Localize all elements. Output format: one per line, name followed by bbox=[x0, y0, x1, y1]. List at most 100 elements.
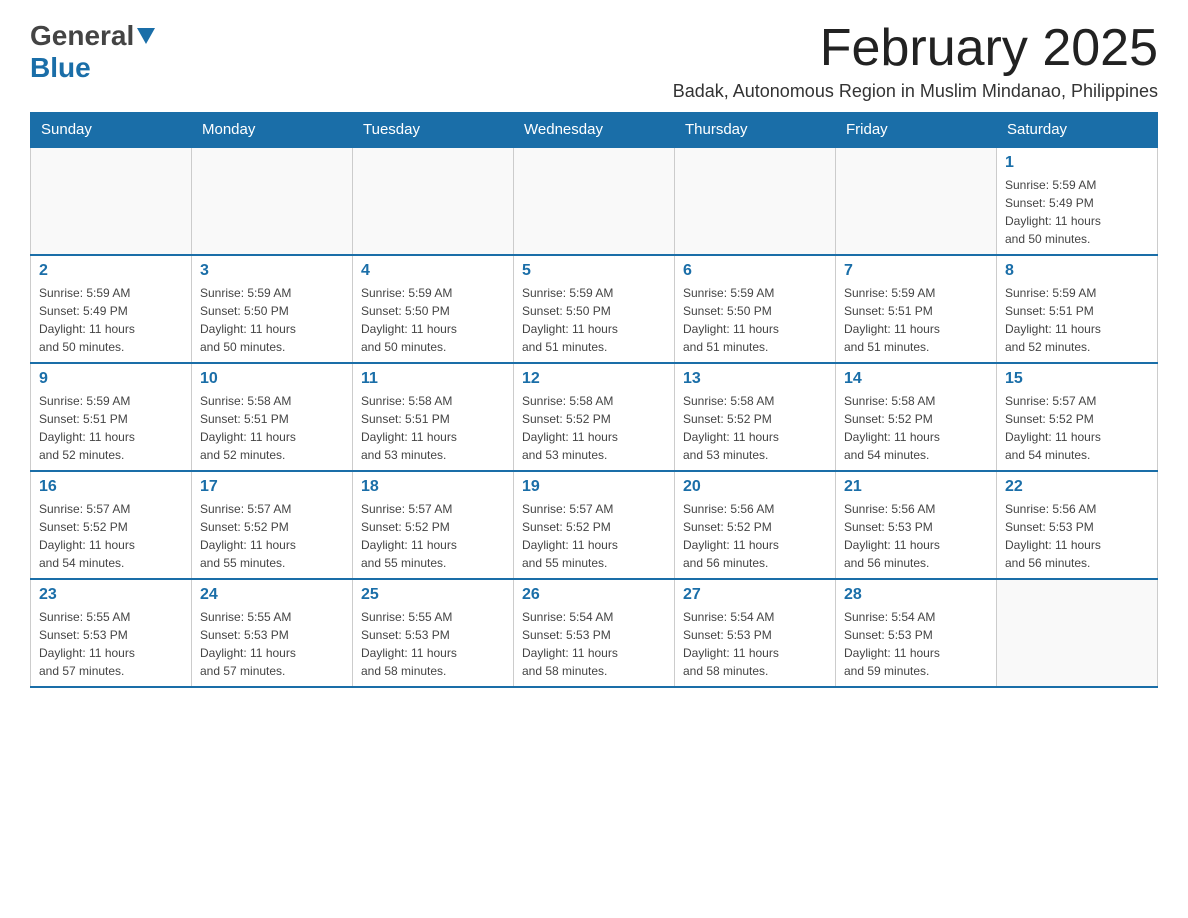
day-number: 26 bbox=[522, 586, 666, 604]
day-number: 15 bbox=[1005, 370, 1149, 388]
day-info: Sunrise: 5:54 AM Sunset: 5:53 PM Dayligh… bbox=[522, 608, 666, 680]
day-info: Sunrise: 5:57 AM Sunset: 5:52 PM Dayligh… bbox=[39, 500, 183, 572]
day-number: 8 bbox=[1005, 262, 1149, 280]
calendar-table: Sunday Monday Tuesday Wednesday Thursday… bbox=[30, 112, 1158, 688]
table-row bbox=[192, 147, 353, 255]
day-number: 27 bbox=[683, 586, 827, 604]
day-info: Sunrise: 5:57 AM Sunset: 5:52 PM Dayligh… bbox=[1005, 392, 1149, 464]
day-number: 23 bbox=[39, 586, 183, 604]
table-row bbox=[31, 147, 192, 255]
table-row bbox=[514, 147, 675, 255]
day-info: Sunrise: 5:59 AM Sunset: 5:51 PM Dayligh… bbox=[844, 284, 988, 356]
header-thursday: Thursday bbox=[675, 113, 836, 148]
table-row: 2 Sunrise: 5:59 AM Sunset: 5:49 PM Daylig… bbox=[31, 255, 192, 363]
table-row: 19Sunrise: 5:57 AM Sunset: 5:52 PM Dayli… bbox=[514, 471, 675, 579]
table-row: 24Sunrise: 5:55 AM Sunset: 5:53 PM Dayli… bbox=[192, 579, 353, 687]
table-row: 14 Sunrise: 5:58 AM Sunset: 5:52 PM Dayli… bbox=[836, 363, 997, 471]
table-row: 7 Sunrise: 5:59 AM Sunset: 5:51 PM Daylig… bbox=[836, 255, 997, 363]
day-info: Sunrise: 5:59 AM Sunset: 5:51 PM Dayligh… bbox=[39, 392, 183, 464]
day-info: Sunrise: 5:58 AM Sunset: 5:52 PM Dayligh… bbox=[844, 392, 988, 464]
day-number: 16 bbox=[39, 478, 183, 496]
calendar-week-row: 16 Sunrise: 5:57 AM Sunset: 5:52 PM Dayli… bbox=[31, 471, 1158, 579]
day-number: 22 bbox=[1005, 478, 1149, 496]
logo-triangle-icon bbox=[137, 28, 155, 49]
header-wednesday: Wednesday bbox=[514, 113, 675, 148]
weekday-header-row: Sunday Monday Tuesday Wednesday Thursday… bbox=[31, 113, 1158, 148]
day-info: Sunrise: 5:57 AM Sunset: 5:52 PM Dayligh… bbox=[361, 500, 505, 572]
day-number: 13 bbox=[683, 370, 827, 388]
day-number: 21 bbox=[844, 478, 988, 496]
table-row bbox=[675, 147, 836, 255]
table-row: 5 Sunrise: 5:59 AM Sunset: 5:50 PM Daylig… bbox=[514, 255, 675, 363]
page-header: General Blue February 2025 Badak, Autono… bbox=[30, 20, 1158, 102]
day-info: Sunrise: 5:56 AM Sunset: 5:53 PM Dayligh… bbox=[1005, 500, 1149, 572]
day-info: Sunrise: 5:59 AM Sunset: 5:50 PM Dayligh… bbox=[522, 284, 666, 356]
day-info: Sunrise: 5:59 AM Sunset: 5:50 PM Dayligh… bbox=[200, 284, 344, 356]
day-info: Sunrise: 5:59 AM Sunset: 5:50 PM Dayligh… bbox=[683, 284, 827, 356]
day-info: Sunrise: 5:59 AM Sunset: 5:49 PM Dayligh… bbox=[39, 284, 183, 356]
day-info: Sunrise: 5:55 AM Sunset: 5:53 PM Dayligh… bbox=[39, 608, 183, 680]
table-row: 8Sunrise: 5:59 AM Sunset: 5:51 PM Daylig… bbox=[997, 255, 1158, 363]
table-row: 13 Sunrise: 5:58 AM Sunset: 5:52 PM Dayli… bbox=[675, 363, 836, 471]
day-number: 25 bbox=[361, 586, 505, 604]
day-number: 28 bbox=[844, 586, 988, 604]
header-sunday: Sunday bbox=[31, 113, 192, 148]
calendar-week-row: 9 Sunrise: 5:59 AM Sunset: 5:51 PM Daylig… bbox=[31, 363, 1158, 471]
day-number: 7 bbox=[844, 262, 988, 280]
day-number: 14 bbox=[844, 370, 988, 388]
table-row: 4 Sunrise: 5:59 AM Sunset: 5:50 PM Daylig… bbox=[353, 255, 514, 363]
table-row: 18 Sunrise: 5:57 AM Sunset: 5:52 PM Dayli… bbox=[353, 471, 514, 579]
calendar-week-row: 1 Sunrise: 5:59 AM Sunset: 5:49 PM Daylig… bbox=[31, 147, 1158, 255]
day-info: Sunrise: 5:58 AM Sunset: 5:51 PM Dayligh… bbox=[361, 392, 505, 464]
table-row bbox=[997, 579, 1158, 687]
table-row: 26 Sunrise: 5:54 AM Sunset: 5:53 PM Dayli… bbox=[514, 579, 675, 687]
table-row: 27 Sunrise: 5:54 AM Sunset: 5:53 PM Dayli… bbox=[675, 579, 836, 687]
day-info: Sunrise: 5:55 AM Sunset: 5:53 PM Dayligh… bbox=[200, 608, 344, 680]
header-friday: Friday bbox=[836, 113, 997, 148]
table-row: 25Sunrise: 5:55 AM Sunset: 5:53 PM Dayli… bbox=[353, 579, 514, 687]
logo-blue-text: Blue bbox=[30, 52, 91, 83]
day-info: Sunrise: 5:58 AM Sunset: 5:52 PM Dayligh… bbox=[522, 392, 666, 464]
day-info: Sunrise: 5:57 AM Sunset: 5:52 PM Dayligh… bbox=[200, 500, 344, 572]
day-number: 17 bbox=[200, 478, 344, 496]
header-tuesday: Tuesday bbox=[353, 113, 514, 148]
day-info: Sunrise: 5:56 AM Sunset: 5:53 PM Dayligh… bbox=[844, 500, 988, 572]
day-number: 6 bbox=[683, 262, 827, 280]
day-info: Sunrise: 5:59 AM Sunset: 5:50 PM Dayligh… bbox=[361, 284, 505, 356]
subtitle: Badak, Autonomous Region in Muslim Minda… bbox=[673, 81, 1158, 102]
table-row: 1 Sunrise: 5:59 AM Sunset: 5:49 PM Daylig… bbox=[997, 147, 1158, 255]
logo: General Blue bbox=[30, 20, 155, 84]
table-row bbox=[353, 147, 514, 255]
day-number: 2 bbox=[39, 262, 183, 280]
table-row: 9 Sunrise: 5:59 AM Sunset: 5:51 PM Daylig… bbox=[31, 363, 192, 471]
table-row: 17 Sunrise: 5:57 AM Sunset: 5:52 PM Dayli… bbox=[192, 471, 353, 579]
day-number: 1 bbox=[1005, 154, 1149, 172]
day-info: Sunrise: 5:57 AM Sunset: 5:52 PM Dayligh… bbox=[522, 500, 666, 572]
table-row: 6 Sunrise: 5:59 AM Sunset: 5:50 PM Daylig… bbox=[675, 255, 836, 363]
table-row: 21 Sunrise: 5:56 AM Sunset: 5:53 PM Dayli… bbox=[836, 471, 997, 579]
calendar-week-row: 2 Sunrise: 5:59 AM Sunset: 5:49 PM Daylig… bbox=[31, 255, 1158, 363]
day-info: Sunrise: 5:58 AM Sunset: 5:52 PM Dayligh… bbox=[683, 392, 827, 464]
day-number: 3 bbox=[200, 262, 344, 280]
logo-general-text: General bbox=[30, 20, 134, 52]
day-number: 11 bbox=[361, 370, 505, 388]
day-info: Sunrise: 5:59 AM Sunset: 5:49 PM Dayligh… bbox=[1005, 176, 1149, 248]
table-row: 3 Sunrise: 5:59 AM Sunset: 5:50 PM Daylig… bbox=[192, 255, 353, 363]
day-number: 12 bbox=[522, 370, 666, 388]
day-number: 18 bbox=[361, 478, 505, 496]
day-number: 10 bbox=[200, 370, 344, 388]
table-row: 20Sunrise: 5:56 AM Sunset: 5:52 PM Dayli… bbox=[675, 471, 836, 579]
table-row: 10Sunrise: 5:58 AM Sunset: 5:51 PM Dayli… bbox=[192, 363, 353, 471]
table-row: 22 Sunrise: 5:56 AM Sunset: 5:53 PM Dayli… bbox=[997, 471, 1158, 579]
table-row: 12 Sunrise: 5:58 AM Sunset: 5:52 PM Dayli… bbox=[514, 363, 675, 471]
day-info: Sunrise: 5:54 AM Sunset: 5:53 PM Dayligh… bbox=[683, 608, 827, 680]
day-number: 5 bbox=[522, 262, 666, 280]
calendar-week-row: 23 Sunrise: 5:55 AM Sunset: 5:53 PM Dayli… bbox=[31, 579, 1158, 687]
table-row: 11 Sunrise: 5:58 AM Sunset: 5:51 PM Dayli… bbox=[353, 363, 514, 471]
day-number: 20 bbox=[683, 478, 827, 496]
table-row: 23 Sunrise: 5:55 AM Sunset: 5:53 PM Dayli… bbox=[31, 579, 192, 687]
day-number: 4 bbox=[361, 262, 505, 280]
table-row bbox=[836, 147, 997, 255]
month-title: February 2025 bbox=[673, 20, 1158, 77]
day-number: 9 bbox=[39, 370, 183, 388]
